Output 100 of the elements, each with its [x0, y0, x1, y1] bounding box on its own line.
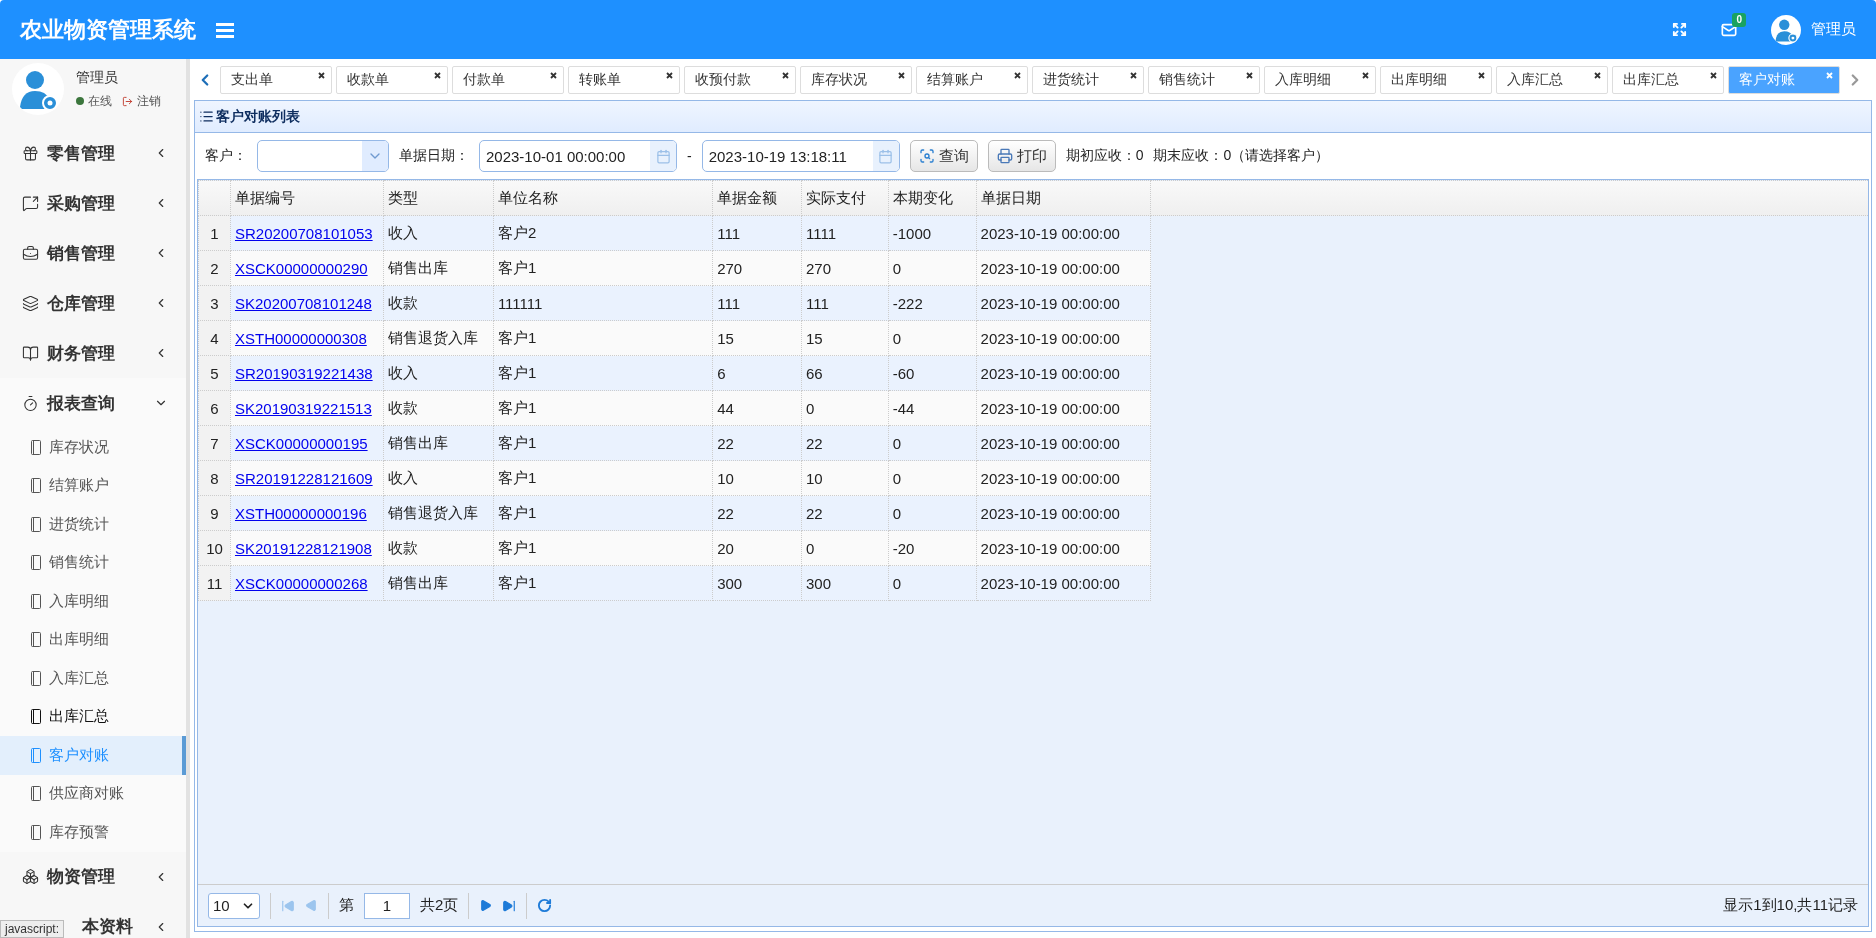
column-header: 本期变化: [888, 180, 977, 216]
close-icon[interactable]: [1362, 71, 1369, 79]
table-cell: 2023-10-19 00:00:00: [976, 285, 1151, 321]
boxes-icon: [22, 868, 39, 885]
tab[interactable]: 支出单: [220, 65, 332, 94]
table-cell: 客户2: [493, 215, 713, 251]
submenu-item[interactable]: 出库汇总: [0, 697, 186, 736]
table-cell: 20: [712, 530, 802, 566]
page-total: 共2页: [420, 896, 459, 915]
tab[interactable]: 出库明细: [1380, 65, 1492, 94]
date-from-field[interactable]: 2023-10-01 00:00:00: [479, 140, 677, 172]
printer-icon: [996, 148, 1013, 164]
menu-item[interactable]: 物资管理: [0, 851, 186, 902]
print-button[interactable]: 打印: [987, 140, 1056, 172]
table-cell: 销售退货入库: [383, 320, 494, 356]
menu-item[interactable]: 销售管理: [0, 228, 186, 278]
notebook-icon: [30, 824, 41, 840]
menu-item[interactable]: 报表查询: [0, 378, 186, 428]
table-cell: 0: [888, 495, 977, 531]
close-icon[interactable]: [434, 71, 441, 79]
table-cell: 0: [888, 320, 977, 356]
date-separator: -: [687, 148, 692, 164]
close-icon[interactable]: [1594, 71, 1601, 79]
row-number: 5: [198, 355, 231, 391]
submenu-item[interactable]: 销售统计: [0, 543, 186, 582]
submenu-item[interactable]: 入库汇总: [0, 659, 186, 698]
close-icon[interactable]: [1130, 71, 1137, 79]
page-number-field[interactable]: 1: [364, 892, 410, 919]
tab[interactable]: 库存状况: [800, 65, 912, 94]
table-cell: 客户1: [493, 355, 713, 391]
tab[interactable]: 销售统计: [1148, 65, 1260, 94]
tab[interactable]: 入库汇总: [1496, 65, 1608, 94]
last-page-icon[interactable]: [502, 898, 517, 913]
layers-icon: [22, 294, 39, 312]
notebook-icon: [30, 786, 41, 802]
tab[interactable]: 出库汇总: [1612, 65, 1724, 94]
submenu-item[interactable]: 供应商对账: [0, 774, 186, 813]
table-cell: 客户1: [493, 565, 713, 601]
table-cell: 销售出库: [383, 425, 494, 461]
closing-balance: 期末应收：0（请选择客户）: [1153, 147, 1330, 165]
notebook-icon: [30, 670, 41, 686]
menu-icon[interactable]: [216, 21, 234, 38]
refresh-icon[interactable]: [537, 898, 553, 913]
close-icon[interactable]: [666, 71, 673, 79]
logout-link[interactable]: 注销: [137, 92, 161, 110]
close-icon[interactable]: [782, 71, 789, 79]
close-icon[interactable]: [1246, 71, 1253, 79]
panel-title: 客户对账列表: [216, 107, 300, 126]
submenu-item[interactable]: 进货统计: [0, 505, 186, 544]
table-cell: 66: [801, 355, 889, 391]
column-header: 单据金额: [712, 180, 802, 216]
close-icon[interactable]: [318, 71, 325, 79]
close-icon[interactable]: [1014, 71, 1021, 79]
menu-item[interactable]: 零售管理: [0, 128, 186, 178]
tab[interactable]: 结算账户: [916, 65, 1028, 94]
close-icon[interactable]: [898, 71, 905, 79]
mail-icon[interactable]: [1721, 21, 1737, 38]
notebook-icon: [30, 516, 41, 532]
table-cell: 销售退货入库: [383, 495, 494, 531]
page-size-select[interactable]: 10: [208, 892, 260, 919]
tab[interactable]: 收款单: [336, 65, 448, 94]
menu-item[interactable]: 采购管理: [0, 178, 186, 228]
close-icon[interactable]: [1478, 71, 1485, 79]
date-label: 单据日期：: [399, 147, 469, 165]
table-cell: 111111: [493, 285, 713, 321]
table-cell: 15: [801, 320, 889, 356]
table-cell: 300: [712, 565, 802, 601]
date-to-field[interactable]: 2023-10-19 13:18:11: [701, 140, 900, 172]
tab[interactable]: 转账单: [568, 65, 680, 94]
table-cell: 6: [712, 355, 802, 391]
status-dot-icon: [76, 97, 84, 105]
table-cell: 111: [712, 285, 802, 321]
table-cell: 0: [888, 425, 977, 461]
submenu-item[interactable]: 库存预警: [0, 813, 186, 852]
notebook-icon: [30, 478, 41, 494]
table-cell: 客户1: [493, 495, 713, 531]
notebook-icon: [30, 632, 41, 648]
table-cell: -60: [888, 355, 977, 391]
submenu-item[interactable]: 结算账户: [0, 466, 186, 505]
tab[interactable]: 付款单: [452, 65, 564, 94]
notification-badge: 0: [1732, 12, 1746, 27]
tab[interactable]: 入库明细: [1264, 65, 1376, 94]
table-cell: 销售出库: [383, 565, 494, 601]
submenu-item[interactable]: 入库明细: [0, 582, 186, 621]
close-icon[interactable]: [550, 71, 557, 79]
next-page-icon[interactable]: [479, 899, 493, 912]
table-cell: -20: [888, 530, 977, 566]
table-cell: 收款: [383, 285, 494, 321]
list-icon: [199, 109, 214, 124]
close-icon[interactable]: [1710, 71, 1717, 79]
table-cell: 1111: [801, 215, 889, 251]
menu-item[interactable]: 仓库管理: [0, 278, 186, 328]
submenu-item[interactable]: 出库明细: [0, 620, 186, 659]
submenu-item[interactable]: 库存状况: [0, 428, 186, 467]
table-cell: 2023-10-19 00:00:00: [976, 495, 1151, 531]
tab[interactable]: 收预付款: [684, 65, 796, 94]
query-button[interactable]: 查询: [909, 140, 978, 172]
tab[interactable]: 进货统计: [1032, 65, 1144, 94]
menu-item[interactable]: 财务管理: [0, 328, 186, 378]
fullscreen-icon[interactable]: [1672, 22, 1687, 37]
